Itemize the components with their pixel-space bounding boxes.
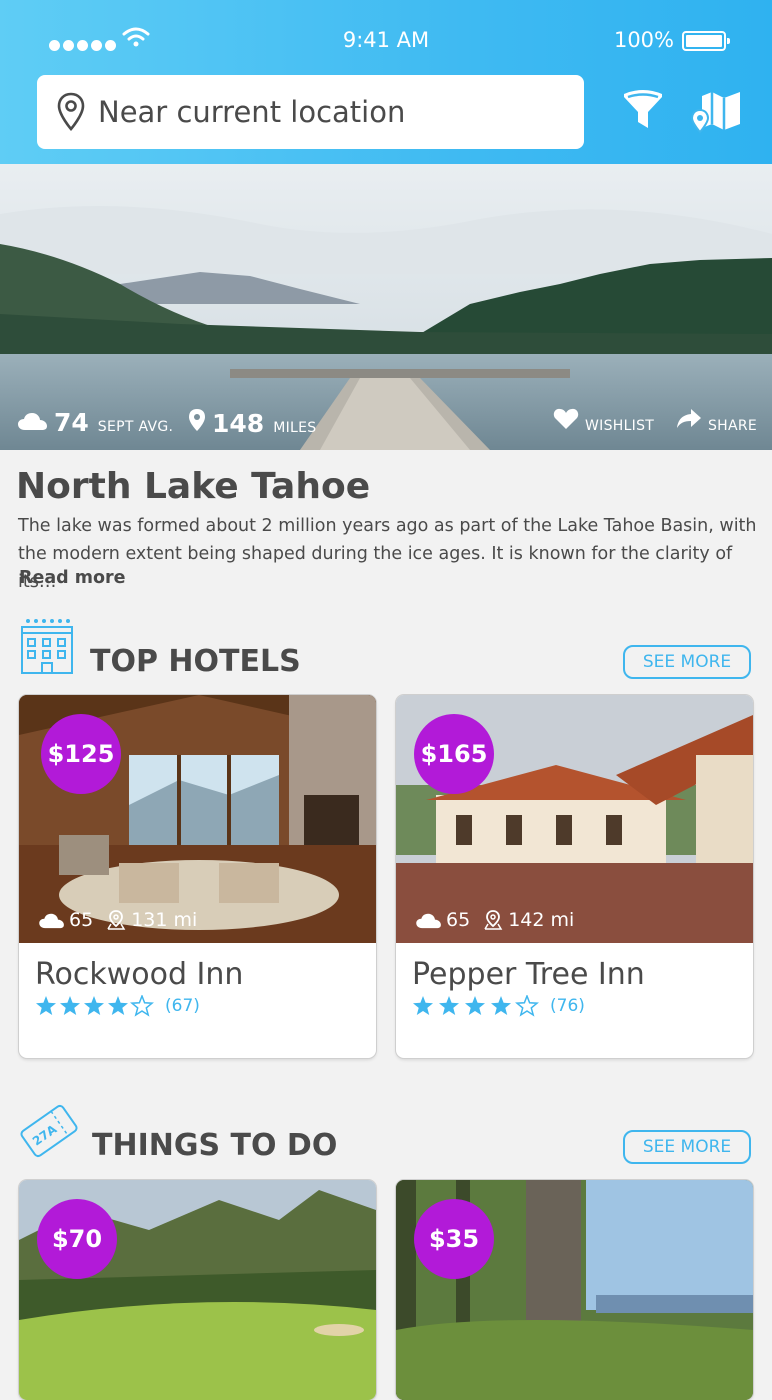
destination-title: North Lake Tahoe	[16, 466, 371, 507]
star-rating: (67)	[35, 995, 200, 1017]
price-badge: $70	[37, 1199, 117, 1279]
cloud-icon	[18, 413, 47, 430]
price-badge: $165	[414, 714, 494, 794]
hotels-see-more-button[interactable]: SEE MORE	[623, 645, 751, 679]
price-badge: $125	[41, 714, 121, 794]
map-icon[interactable]	[690, 90, 742, 134]
top-hotels-title: TOP HOTELS	[90, 644, 301, 679]
status-bar: 9:41 AM 100%	[0, 26, 772, 56]
hotel-image: $125 65 131 mi	[19, 695, 376, 943]
hero-info-bar: 74 SEPT AVG. 148 MILES WISHLIST SHARE	[0, 408, 772, 448]
wishlist-label: WISHLIST	[585, 418, 655, 434]
search-input-value[interactable]: Near current location	[98, 95, 405, 129]
hotel-temperature: 65	[446, 909, 471, 931]
hero-image[interactable]: 74 SEPT AVG. 148 MILES WISHLIST SHARE	[0, 164, 772, 450]
hotel-name: Pepper Tree Inn	[412, 957, 645, 992]
distance-value: 148	[212, 409, 265, 438]
location-pin-icon	[189, 409, 205, 431]
cloud-icon	[416, 913, 441, 928]
read-more-link[interactable]: Read more	[19, 568, 126, 588]
star-icons	[413, 995, 538, 1016]
hotel-distance: 131 mi	[131, 909, 198, 931]
wishlist-button[interactable]: WISHLIST	[553, 408, 654, 434]
share-icon	[677, 409, 701, 428]
heart-icon	[553, 408, 579, 429]
hotel-card[interactable]: $125 65 131 mi Rockwood Inn (67)	[19, 695, 376, 1058]
things-to-do-title: THINGS TO DO	[92, 1128, 338, 1163]
star-rating: (76)	[412, 995, 585, 1017]
share-label: SHARE	[708, 418, 758, 434]
hotel-temperature: 65	[69, 909, 94, 931]
activity-card[interactable]: $70	[19, 1180, 376, 1400]
hotel-name: Rockwood Inn	[35, 957, 244, 992]
map-pin-icon	[107, 910, 126, 930]
hotel-distance: 142 mi	[508, 909, 575, 931]
star-icons	[36, 995, 153, 1016]
share-button[interactable]: SHARE	[676, 408, 757, 434]
hotel-meta: 65 142 mi	[416, 909, 580, 931]
temperature-label: SEPT AVG.	[97, 419, 174, 435]
review-count: (76)	[550, 996, 585, 1016]
things-see-more-button[interactable]: SEE MORE	[623, 1130, 751, 1164]
activity-image: $70	[19, 1180, 376, 1400]
weather-stat: 74 SEPT AVG.	[18, 408, 173, 437]
price-badge: $35	[414, 1199, 494, 1279]
app-header: 9:41 AM 100% Near current location	[0, 0, 772, 164]
battery-percent: 100%	[613, 28, 674, 52]
review-count: (67)	[165, 996, 200, 1016]
hotel-building-icon	[21, 619, 73, 674]
hotel-card[interactable]: $165 65 142 mi Pepper Tree Inn (76)	[396, 695, 753, 1058]
hotel-image: $165 65 142 mi	[396, 695, 753, 943]
distance-stat: 148 MILES	[188, 408, 316, 438]
destination-description: The lake was formed about 2 million year…	[18, 516, 757, 592]
ticket-icon: 27A	[20, 1104, 78, 1158]
temperature-value: 74	[54, 408, 89, 437]
map-pin-icon	[484, 910, 503, 930]
filter-icon[interactable]	[622, 88, 664, 132]
activity-image: $35	[396, 1180, 753, 1400]
hotel-meta: 65 131 mi	[39, 909, 203, 931]
cloud-icon	[39, 913, 64, 928]
location-search-field[interactable]: Near current location	[37, 75, 584, 149]
distance-label: MILES	[273, 420, 317, 436]
location-pin-icon	[57, 92, 85, 131]
battery-icon	[682, 31, 730, 51]
activity-card[interactable]: $35	[396, 1180, 753, 1400]
